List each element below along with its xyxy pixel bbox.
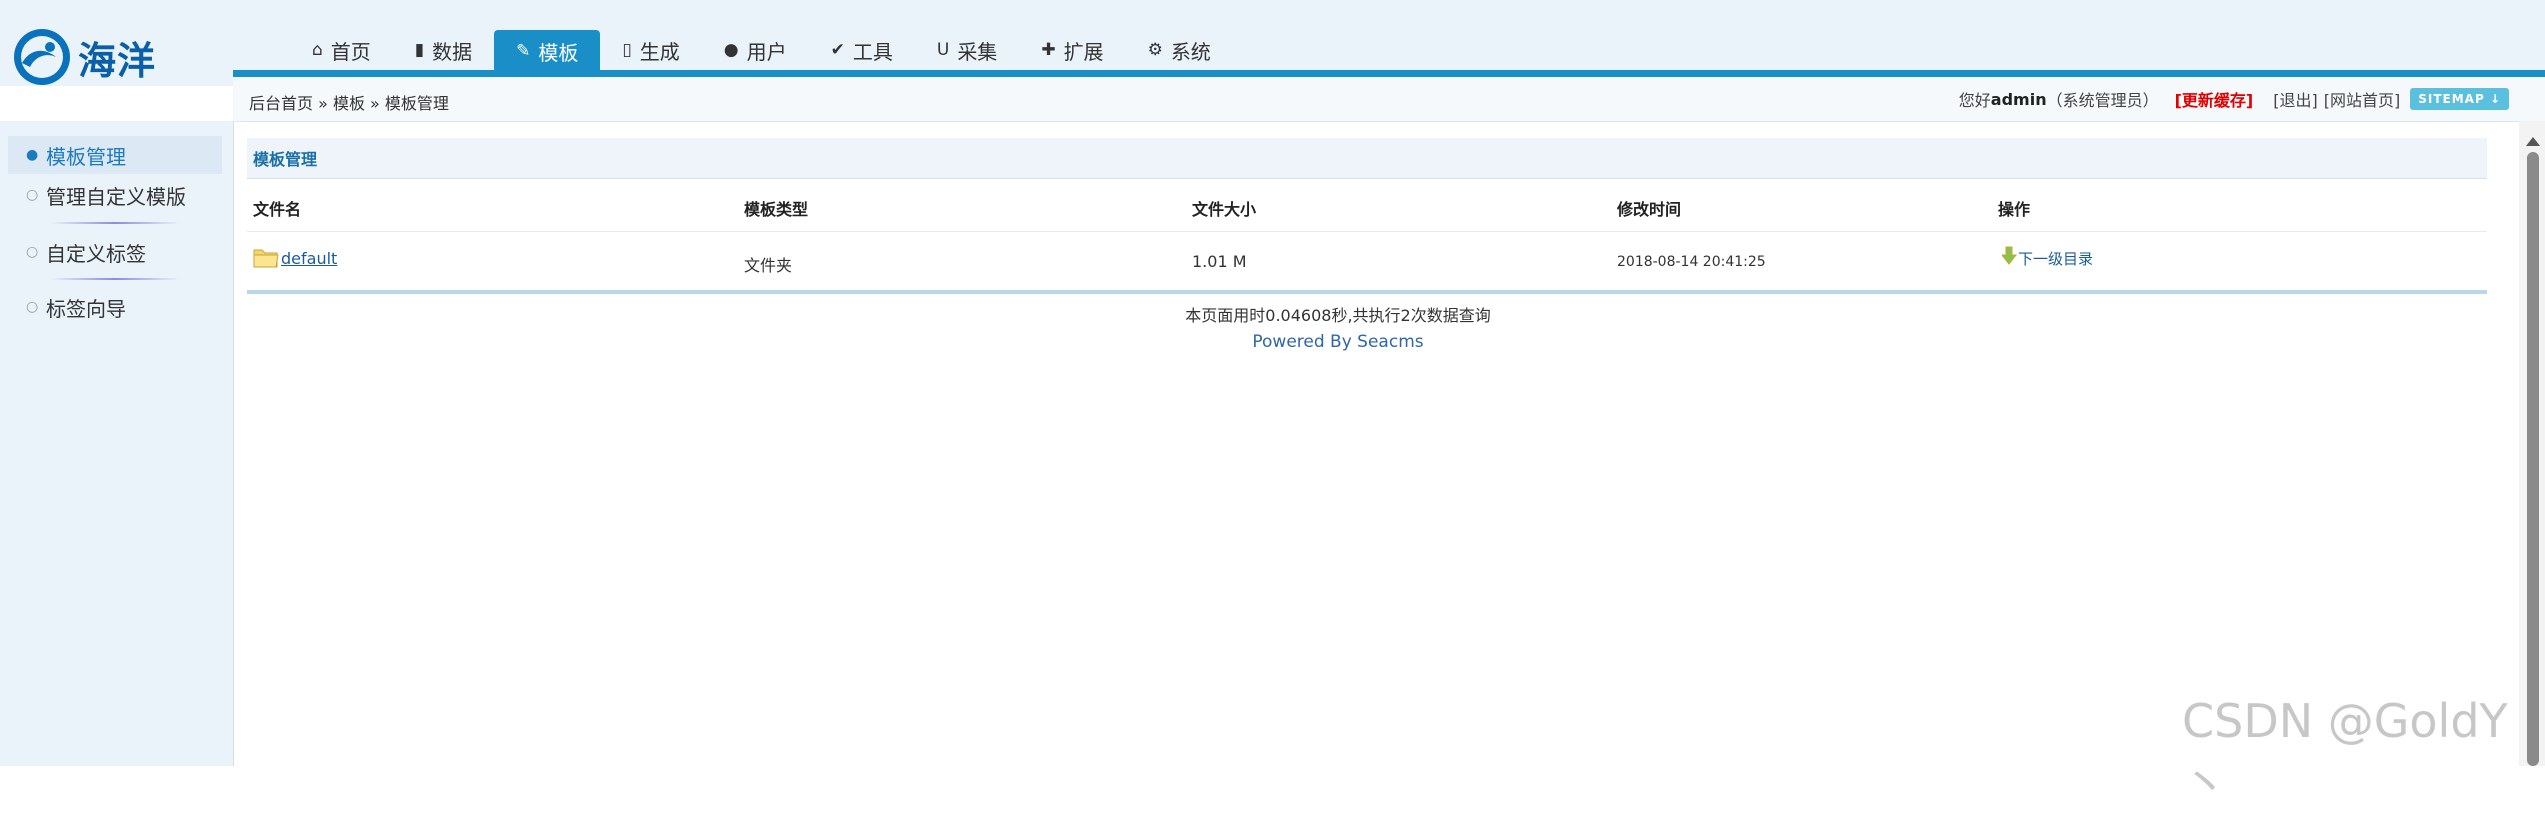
powered-by-link[interactable]: Powered By Seacms	[0, 332, 2545, 352]
book-icon: ▮	[414, 40, 425, 60]
nav-tab-label: 用户	[746, 39, 787, 64]
col-type: 模板类型	[744, 200, 809, 219]
nav-tab-label: 系统	[1170, 39, 1211, 64]
bullet-icon: ○	[26, 244, 39, 260]
sitemap-button[interactable]: SITEMAP ↓	[2410, 88, 2509, 110]
username: admin	[1990, 89, 2047, 109]
col-action: 操作	[1998, 200, 2031, 219]
sidebar-item-custom-templates[interactable]: ○ 管理自定义模版	[8, 176, 222, 214]
user-icon: ●	[723, 40, 739, 60]
user-info: 您好 admin （系统管理员） [更新缓存] [退出] [网站首页] SITEMA…	[1959, 87, 2509, 111]
template-panel: 模板管理 文件名 模板类型 文件大小 修改时间 操作 default 文件夹 1…	[247, 138, 2487, 294]
nav-tab-label: 采集	[957, 39, 998, 64]
sidebar-divider	[50, 278, 180, 280]
seacms-logo[interactable]: 海洋	[12, 22, 172, 92]
file-icon: ▯	[622, 40, 632, 60]
puzzle-icon: ✚	[1041, 40, 1056, 60]
size-cell: 1.01 M	[1192, 252, 1247, 271]
sidebar-item-label: 管理自定义模版	[46, 184, 186, 209]
nav-tab-label: 扩展	[1063, 39, 1104, 64]
col-modified: 修改时间	[1617, 200, 1682, 219]
gear-icon: ⚙	[1147, 40, 1163, 60]
nav-tab-label: 数据	[432, 39, 473, 64]
nav-tab-5[interactable]: ✔ 工具	[809, 28, 915, 72]
home-icon: ⌂	[312, 40, 323, 60]
table-row: default 文件夹 1.01 M 2018-08-14 20:41:25 下…	[247, 232, 2487, 294]
logo-swirl-icon	[14, 29, 70, 85]
nav-tab-4[interactable]: ● 用户	[702, 28, 809, 72]
page-stats: 本页面用时0.04608秒,共执行2次数据查询	[1185, 306, 1491, 325]
sidebar: ● 模板管理 ○ 管理自定义模版 ○ 自定义标签 ○ 标签向导	[0, 121, 234, 766]
down-arrow-icon	[2000, 246, 2018, 265]
nav-tab-label: 生成	[639, 39, 680, 64]
nav-tab-label: 首页	[330, 39, 371, 64]
panel-title: 模板管理	[247, 138, 2487, 179]
main-nav: ⌂ 首页 ▮ 数据 ✎ 模板 ▯ 生成 ● 用户 ✔ 工具 U 采集 ✚ 扩展 ⚙ 系统	[290, 28, 1233, 72]
sidebar-item-label: 模板管理	[46, 144, 126, 169]
type-cell: 文件夹	[744, 256, 793, 275]
col-filename: 文件名	[253, 200, 302, 219]
nav-tab-0[interactable]: ⌂ 首页	[290, 28, 393, 72]
logo-text: 海洋	[78, 38, 157, 83]
action-cell: 下一级目录	[2000, 246, 2093, 269]
folder-icon	[253, 249, 279, 268]
folder-link-default[interactable]: default	[281, 249, 337, 268]
nav-tab-3[interactable]: ▯ 生成	[600, 28, 701, 72]
nav-tab-8[interactable]: ⚙ 系统	[1126, 28, 1233, 72]
refresh-cache-link[interactable]: [更新缓存]	[2175, 87, 2254, 111]
nav-tab-1[interactable]: ▮ 数据	[393, 28, 494, 72]
bullet-icon: ●	[26, 147, 39, 163]
table-header: 文件名 模板类型 文件大小 修改时间 操作	[247, 179, 2487, 232]
logout-link[interactable]: [退出]	[2273, 87, 2318, 111]
col-size: 文件大小	[1192, 200, 1257, 219]
file-cell: default	[253, 246, 337, 268]
nav-tab-label: 模板	[538, 40, 579, 65]
nav-tab-7[interactable]: ✚ 扩展	[1019, 28, 1125, 72]
sidebar-item-custom-tags[interactable]: ○ 自定义标签	[8, 233, 222, 271]
user-role: （系统管理员）	[2046, 91, 2159, 110]
bullet-icon: ○	[26, 187, 39, 203]
breadcrumb: 后台首页 » 模板 » 模板管理	[249, 94, 449, 113]
nav-tab-2[interactable]: ✎ 模板	[494, 30, 601, 72]
sidebar-item-template-manage[interactable]: ● 模板管理	[8, 136, 222, 174]
modified-cell: 2018-08-14 20:41:25	[1617, 254, 1766, 270]
sidebar-divider	[50, 222, 180, 224]
sub-header: 后台首页 » 模板 » 模板管理 您好 admin （系统管理员） [更新缓存] […	[233, 77, 2545, 122]
scrollbar-thumb[interactable]	[2527, 152, 2539, 766]
wrench-icon: ✔	[830, 40, 845, 60]
sidebar-item-label: 自定义标签	[46, 241, 146, 266]
nav-tab-6[interactable]: U 采集	[915, 28, 1019, 72]
scroll-up-arrow-icon[interactable]	[2526, 137, 2540, 146]
next-level-link[interactable]: 下一级目录	[2018, 250, 2093, 268]
greeting: 您好	[1958, 91, 1991, 110]
nav-underline	[233, 70, 2545, 77]
site-home-link[interactable]: [网站首页]	[2324, 87, 2401, 111]
nav-tab-label: 工具	[852, 39, 893, 64]
magnet-icon: U	[936, 40, 950, 60]
watermark: CSDN @GoldY丶	[2182, 694, 2508, 811]
edit-icon: ✎	[516, 41, 531, 61]
